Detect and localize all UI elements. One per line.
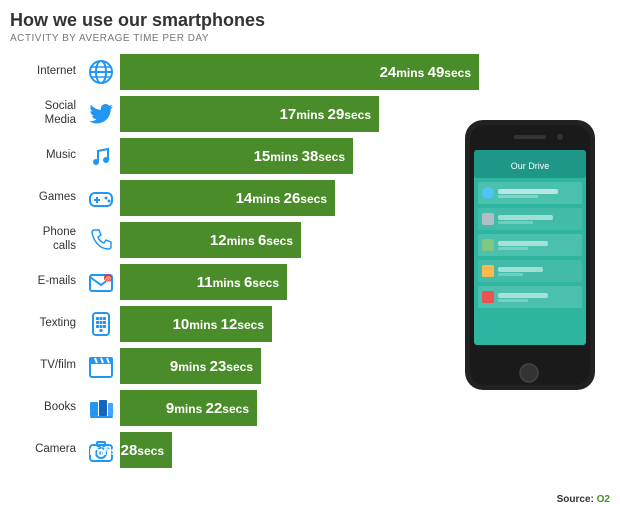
bar-label-social-media: SocialMedia [10,100,82,128]
bar-emails: 11mins 6secs [120,264,287,300]
bar-phone-calls: 12mins 6secs [120,222,301,258]
bar-label-phone-calls: Phonecalls [10,226,82,254]
icon-email: @ [82,268,120,296]
bar-row-internet: Internet 24mins 49secs [10,52,610,92]
bar-books: 9mins 22secs [120,390,257,426]
icon-clapper [82,352,120,380]
bar-social-media: 17mins 29secs [120,96,379,132]
source-text: Source: O2 [557,494,610,505]
icon-gamepad [82,184,120,212]
bar-value-emails: 11mins 6secs [197,274,279,291]
bar-label-books: Books [10,401,82,415]
bar-col-camera: 3mins 28secs [120,432,610,468]
icon-twitter [82,100,120,128]
bar-internet: 24mins 49secs [120,54,479,90]
bar-row-camera: Camera 3mins 28secs [10,430,610,470]
bar-value-texting: 10mins 12secs [173,316,264,333]
icon-phone-keypad [82,310,120,338]
phone-image: Our Drive [460,120,615,400]
bar-label-games: Games [10,191,82,205]
bar-label-music: Music [10,149,82,163]
source-label: Source: [557,494,594,505]
bar-texting: 10mins 12secs [120,306,272,342]
bar-value-music: 15mins 38secs [254,148,345,165]
chart-subtitle: ACTIVITY BY AVERAGE TIME PER DAY [10,33,610,44]
bar-label-texting: Texting [10,317,82,331]
bar-label-emails: E-mails [10,275,82,289]
bar-value-phone-calls: 12mins 6secs [210,232,293,249]
chart-container: How we use our smartphones ACTIVITY BY A… [0,0,620,511]
svg-text:Our Drive: Our Drive [511,161,550,171]
chart-title: How we use our smartphones [10,10,610,31]
bar-col-internet: 24mins 49secs [120,54,610,90]
bar-label-tv-film: TV/film [10,359,82,373]
bar-value-social-media: 17mins 29secs [280,106,371,123]
bar-value-tv-film: 9mins 23secs [170,358,253,375]
icon-phone [82,226,120,254]
icon-globe [82,58,120,86]
bar-games: 14mins 26secs [120,180,335,216]
bar-value-books: 9mins 22secs [166,400,249,417]
bar-tv-film: 9mins 23secs [120,348,261,384]
bar-camera: 3mins 28secs [120,432,172,468]
icon-music [82,142,120,170]
svg-text:@: @ [105,277,111,283]
bar-label-internet: Internet [10,65,82,79]
bar-value-camera: 3mins 28secs [81,442,164,459]
source-value: O2 [597,494,610,505]
bar-music: 15mins 38secs [120,138,353,174]
bar-value-games: 14mins 26secs [236,190,327,207]
icon-books [82,394,120,422]
bar-value-internet: 24mins 49secs [380,64,471,81]
bar-label-camera: Camera [10,443,82,457]
